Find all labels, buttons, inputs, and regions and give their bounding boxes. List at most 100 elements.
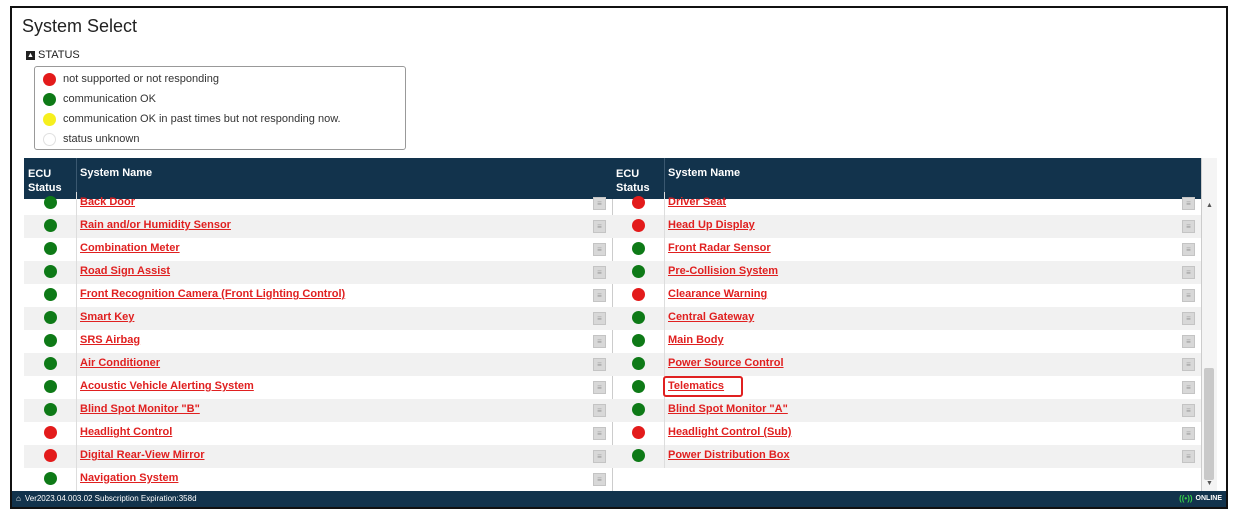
connection-status: ((•)) ONLINE (1179, 494, 1222, 503)
document-icon[interactable]: ≡ (1182, 335, 1195, 348)
system-link[interactable]: Pre-Collision System (668, 265, 778, 277)
system-link[interactable]: SRS Airbag (80, 334, 140, 346)
green-status-icon (632, 403, 645, 416)
ecu-status-header: ECU Status (28, 167, 62, 195)
document-icon[interactable]: ≡ (593, 220, 606, 233)
red-status-icon (44, 426, 57, 439)
document-icon[interactable]: ≡ (1182, 197, 1195, 210)
document-icon[interactable]: ≡ (1182, 312, 1195, 325)
system-link[interactable]: Air Conditioner (80, 357, 160, 369)
home-icon[interactable]: ⌂ (16, 494, 21, 503)
cell-divider (76, 215, 77, 238)
table-row: Main Body ≡ (612, 330, 1201, 353)
document-icon[interactable]: ≡ (593, 289, 606, 302)
cell-divider (664, 238, 665, 261)
document-icon[interactable]: ≡ (593, 450, 606, 463)
green-status-icon (44, 472, 57, 485)
cell-divider (76, 468, 77, 491)
green-status-icon (44, 265, 57, 278)
green-status-icon (632, 265, 645, 278)
system-link[interactable]: Driver Seat (668, 196, 726, 208)
system-link[interactable]: Digital Rear-View Mirror (80, 449, 205, 461)
system-link[interactable]: Power Distribution Box (668, 449, 790, 461)
document-icon[interactable]: ≡ (1182, 220, 1195, 233)
document-icon[interactable]: ≡ (1182, 358, 1195, 371)
green-status-icon (44, 196, 57, 209)
green-status-icon (632, 380, 645, 393)
document-icon[interactable]: ≡ (593, 404, 606, 417)
system-link[interactable]: Navigation System (80, 472, 178, 484)
document-icon[interactable]: ≡ (593, 358, 606, 371)
scroll-up-icon[interactable]: ▲ (1202, 202, 1217, 216)
vertical-scrollbar[interactable]: ▲ ▼ (1201, 158, 1217, 495)
system-link[interactable]: Front Recognition Camera (Front Lighting… (80, 288, 345, 300)
status-legend: not supported or not responding communic… (34, 66, 406, 150)
red-status-icon (632, 288, 645, 301)
green-status-icon (44, 288, 57, 301)
cell-divider (76, 330, 77, 353)
legend-item: status unknown (43, 131, 139, 147)
document-icon[interactable]: ≡ (1182, 266, 1195, 279)
document-icon[interactable]: ≡ (593, 381, 606, 394)
table-row: Pre-Collision System ≡ (612, 261, 1201, 284)
table-row: Power Source Control ≡ (612, 353, 1201, 376)
scroll-thumb[interactable] (1204, 368, 1214, 480)
system-link[interactable]: Headlight Control (Sub) (668, 426, 791, 438)
system-link[interactable]: Front Radar Sensor (668, 242, 771, 254)
table-row: Combination Meter ≡ (24, 238, 612, 261)
status-bar: ⌂ Ver2023.04.003.02 Subscription Expirat… (12, 491, 1226, 507)
system-table-left: ECU Status System Name Back Door ≡ Rain an… (24, 158, 613, 495)
cell-divider (76, 261, 77, 284)
document-icon[interactable]: ≡ (593, 473, 606, 486)
signal-icon: ((•)) (1179, 494, 1193, 503)
cell-divider (664, 307, 665, 330)
document-icon[interactable]: ≡ (593, 243, 606, 256)
document-icon[interactable]: ≡ (593, 335, 606, 348)
system-link[interactable]: Clearance Warning (668, 288, 767, 300)
green-status-icon (632, 242, 645, 255)
table-row: Front Radar Sensor ≡ (612, 238, 1201, 261)
system-link[interactable]: Rain and/or Humidity Sensor (80, 219, 231, 231)
system-link[interactable]: Head Up Display (668, 219, 755, 231)
system-link[interactable]: Main Body (668, 334, 724, 346)
document-icon[interactable]: ≡ (593, 427, 606, 440)
app-window: System Select ▲ STATUS not supported or … (10, 6, 1228, 509)
document-icon[interactable]: ≡ (1182, 381, 1195, 394)
green-status-icon (43, 92, 56, 106)
document-icon[interactable]: ≡ (593, 312, 606, 325)
cell-divider (76, 376, 77, 399)
system-link[interactable]: Combination Meter (80, 242, 180, 254)
status-toggle[interactable]: ▲ STATUS (26, 49, 80, 61)
header-text: ECU (616, 168, 640, 180)
system-link[interactable]: Blind Spot Monitor "A" (668, 403, 788, 415)
table-row: Clearance Warning ≡ (612, 284, 1201, 307)
system-link[interactable]: Back Door (80, 196, 135, 208)
system-link[interactable]: Central Gateway (668, 311, 754, 323)
document-icon[interactable]: ≡ (1182, 289, 1195, 302)
table-row: Head Up Display ≡ (612, 215, 1201, 238)
system-link[interactable]: Blind Spot Monitor "B" (80, 403, 200, 415)
table-row: Navigation System ≡ (24, 468, 612, 491)
document-icon[interactable]: ≡ (1182, 404, 1195, 417)
legend-item: communication OK (43, 91, 156, 107)
system-table-right: ECU Status System Name Driver Seat ≡ Head … (612, 158, 1201, 495)
legend-text: not supported or not responding (63, 73, 219, 85)
system-link[interactable]: Power Source Control (668, 357, 784, 369)
table-row: Driver Seat ≡ (612, 192, 1201, 215)
document-icon[interactable]: ≡ (1182, 427, 1195, 440)
document-icon[interactable]: ≡ (593, 266, 606, 279)
cell-divider (664, 422, 665, 445)
system-link[interactable]: Acoustic Vehicle Alerting System (80, 380, 254, 392)
table-row: Central Gateway ≡ (612, 307, 1201, 330)
cell-divider (76, 307, 77, 330)
green-status-icon (632, 357, 645, 370)
selection-highlight (663, 376, 743, 397)
document-icon[interactable]: ≡ (1182, 450, 1195, 463)
table-row: Blind Spot Monitor "B" ≡ (24, 399, 612, 422)
document-icon[interactable]: ≡ (593, 197, 606, 210)
green-status-icon (632, 334, 645, 347)
system-link[interactable]: Smart Key (80, 311, 134, 323)
system-link[interactable]: Headlight Control (80, 426, 172, 438)
system-link[interactable]: Road Sign Assist (80, 265, 170, 277)
document-icon[interactable]: ≡ (1182, 243, 1195, 256)
